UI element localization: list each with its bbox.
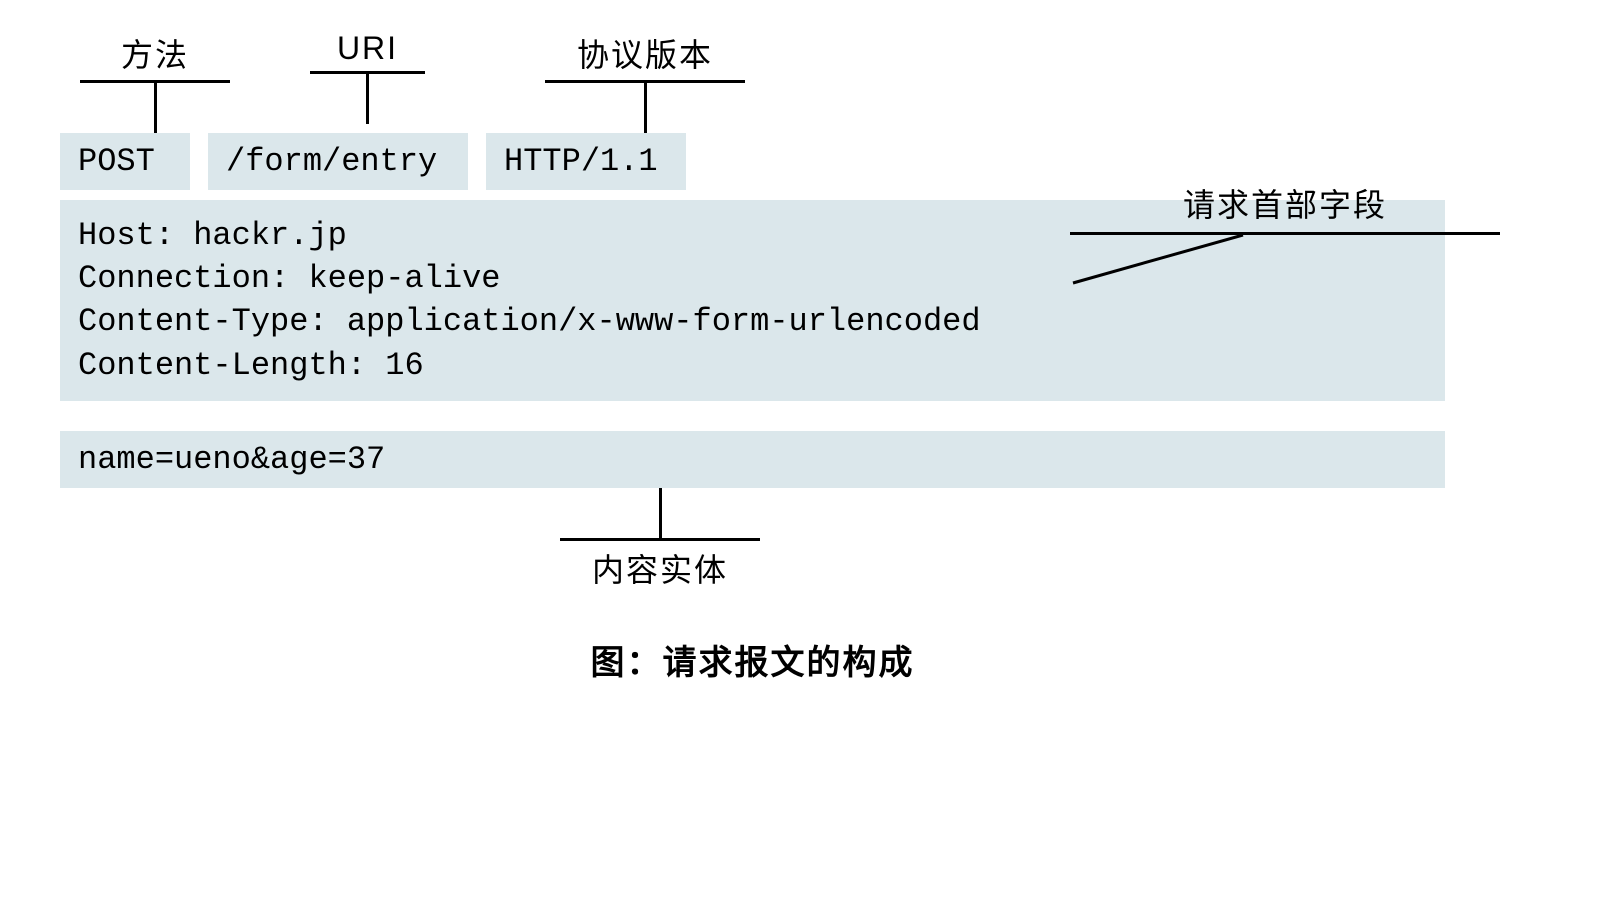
request-version-box: HTTP/1.1 (486, 133, 686, 190)
header-line: Content-Length: 16 (78, 344, 1427, 387)
label-uri: URI (337, 30, 398, 67)
connector-line (366, 74, 369, 124)
header-line: Content-Type: application/x-www-form-url… (78, 300, 1427, 343)
label-header-fields: 请求首部字段 (1183, 180, 1387, 226)
connector-line (659, 488, 662, 538)
top-labels-row: 方法 URI 协议版本 (80, 30, 1540, 133)
label-uri-group: URI (310, 30, 425, 133)
connector-slash (1068, 235, 1248, 285)
request-uri-box: /form/entry (208, 133, 468, 190)
label-version: 协议版本 (577, 30, 713, 76)
underline (560, 538, 760, 541)
label-method: 方法 (121, 30, 189, 76)
label-body: 内容实体 (592, 545, 728, 591)
figure-caption: 图：请求报文的构成 (60, 635, 1445, 684)
label-header-fields-group: 请求首部字段 (1070, 180, 1500, 285)
label-method-group: 方法 (80, 30, 230, 133)
label-version-group: 协议版本 (545, 30, 745, 133)
connector-line (644, 83, 647, 133)
request-body-box: name=ueno&age=37 (60, 431, 1445, 488)
label-body-group: 内容实体 (560, 488, 760, 595)
request-method-box: POST (60, 133, 190, 190)
connector-line (154, 83, 157, 133)
